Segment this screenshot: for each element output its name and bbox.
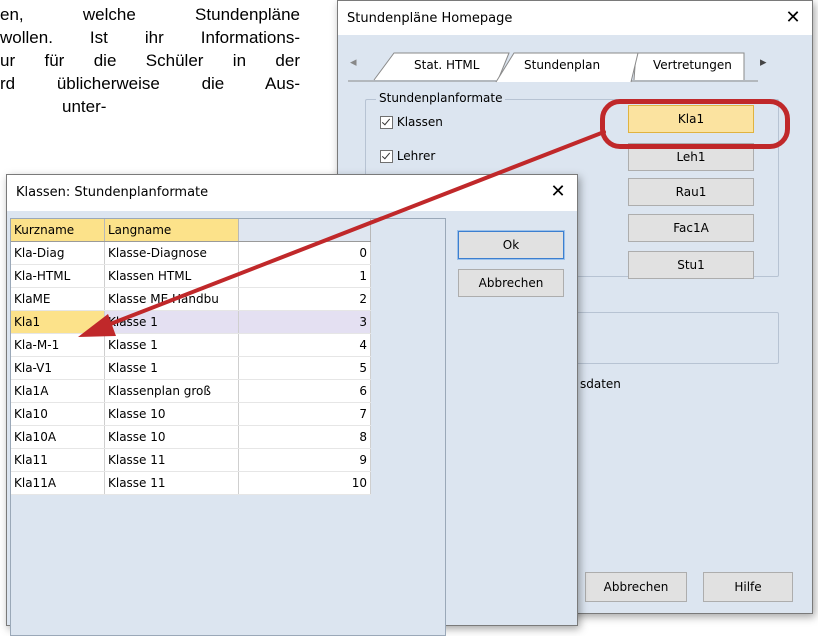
column-header-langname[interactable]: Langname (104, 219, 239, 242)
long-name-cell[interactable]: Klasse 1 (104, 333, 239, 357)
format-table-body: Kla-Diag Klasse-Diagnose 0 Kla-HTML Klassen … (11, 241, 371, 495)
short-name-cell[interactable]: KlaME (11, 287, 105, 311)
short-name-cell[interactable]: Kla-Diag (11, 241, 105, 265)
table-header-row: Kurzname Langname (11, 219, 371, 242)
format-dialog-title: Klassen: Stundenplanformate (16, 185, 209, 200)
tab-vertretungen[interactable]: Vertretungen (653, 58, 732, 72)
short-name-cell[interactable]: Kla11 (11, 448, 105, 472)
highlight-ring (600, 99, 790, 149)
short-name-cell[interactable]: Kla11A (11, 471, 105, 495)
table-row[interactable]: Kla11A Klasse 11 10 (11, 471, 371, 495)
format-button-stu1[interactable]: Stu1 (628, 251, 754, 279)
checkbox-label: Lehrer (396, 149, 436, 163)
table-row[interactable]: Kla1 Klasse 13 (11, 310, 371, 334)
tab-stat-html[interactable]: Stat. HTML (414, 58, 479, 72)
homepage-dialog-title: Stundenpläne Homepage (347, 11, 513, 26)
help-button[interactable]: Hilfe (703, 572, 793, 602)
short-name-cell[interactable]: Kla-V1 (11, 356, 105, 380)
format-dialog: Klassen: Stundenplanformate ✕ Kurzname L… (6, 174, 578, 636)
number-cell[interactable]: 9 (238, 448, 371, 472)
checkbox-label: Klassen (396, 115, 443, 129)
long-name-cell[interactable]: Klassenplan groß (104, 379, 239, 403)
table-row[interactable]: Kla-HTML Klassen HTML 1 (11, 264, 371, 288)
ok-button[interactable]: Ok (457, 230, 565, 260)
short-name-cell[interactable]: Kla1A (11, 379, 105, 403)
table-row[interactable]: KlaME Klasse ME Handbu 2 (11, 287, 371, 311)
short-name-cell[interactable]: Kla10A (11, 425, 105, 449)
partial-label: sdaten (580, 377, 621, 391)
column-header-kurzname[interactable]: Kurzname (11, 219, 105, 242)
number-cell[interactable]: 0 (238, 241, 371, 265)
number-cell[interactable]: 8 (238, 425, 371, 449)
close-icon[interactable]: ✕ (780, 5, 806, 31)
checkbox-icon[interactable] (380, 150, 393, 163)
short-name-cell[interactable]: Kla-M-1 (11, 333, 105, 357)
tab-stundenplan[interactable]: Stundenplan (524, 58, 600, 72)
format-button-rau1[interactable]: Rau1 (628, 178, 754, 206)
doc-line: wollen. Ist ihr Informations- (0, 28, 300, 47)
short-name-cell[interactable]: Kla10 (11, 402, 105, 426)
number-cell[interactable]: 1 (238, 264, 371, 288)
abbrechen-button[interactable]: Abbrechen (458, 269, 564, 297)
checkbox-icon[interactable] (380, 116, 393, 129)
close-icon[interactable]: ✕ (545, 179, 571, 205)
format-dialog-titlebar: Klassen: Stundenplanformate ✕ (7, 175, 577, 209)
long-name-cell[interactable]: Klasse 1 (104, 356, 239, 380)
checkbox-klassen[interactable]: Klassen (380, 115, 443, 129)
format-table: Kurzname Langname Kla-Diag Klasse-Diagnos… (11, 219, 371, 495)
table-row[interactable]: Kla-V1 Klasse 15 (11, 356, 371, 380)
table-row[interactable]: Kla-Diag Klasse-Diagnose 0 (11, 241, 371, 265)
table-row[interactable]: Kla10 Klasse 10 7 (11, 402, 371, 426)
table-row[interactable]: Kla11 Klasse 11 9 (11, 448, 371, 472)
long-name-cell[interactable]: Klasse ME Handbu (104, 287, 239, 311)
table-row[interactable]: Kla1A Klassenplan groß 6 (11, 379, 371, 403)
long-name-cell[interactable]: Klasse 10 (104, 402, 239, 426)
long-name-cell[interactable]: Klasse 1 (104, 310, 239, 334)
column-header-number[interactable] (238, 219, 371, 242)
short-name-cell[interactable]: Kla-HTML (11, 264, 105, 288)
long-name-cell[interactable]: Klasse 11 (104, 448, 239, 472)
doc-line: en, welche Stundenpläne (0, 5, 300, 24)
number-cell[interactable]: 10 (238, 471, 371, 495)
format-grid: Kurzname Langname Kla-Diag Klasse-Diagnos… (10, 218, 446, 636)
doc-line: rd üblicherweise die Aus- (0, 74, 300, 93)
table-row[interactable]: Kla-M-1 Klasse 14 (11, 333, 371, 357)
number-cell[interactable]: 5 (238, 356, 371, 380)
cancel-button[interactable]: Abbrechen (585, 572, 687, 602)
number-cell[interactable]: 3 (238, 310, 371, 334)
secondary-groupbox (574, 312, 779, 364)
checkbox-lehrer[interactable]: Lehrer (380, 149, 435, 163)
tab-scroll-right-icon[interactable]: ▸ (760, 54, 767, 70)
long-name-cell[interactable]: Klasse-Diagnose (104, 241, 239, 265)
doc-line: ur für die Schüler in der (0, 51, 300, 70)
number-cell[interactable]: 4 (238, 333, 371, 357)
format-button-fac1a[interactable]: Fac1A (628, 214, 754, 242)
number-cell[interactable]: 6 (238, 379, 371, 403)
long-name-cell[interactable]: Klasse 11 (104, 471, 239, 495)
formats-group-label: Stundenplanformate (376, 91, 506, 105)
table-row[interactable]: Kla10A Klasse 10 8 (11, 425, 371, 449)
doc-line: unter- (62, 97, 107, 116)
short-name-cell[interactable]: Kla1 (11, 310, 105, 334)
long-name-cell[interactable]: Klasse 10 (104, 425, 239, 449)
long-name-cell[interactable]: Klassen HTML (104, 264, 239, 288)
number-cell[interactable]: 2 (238, 287, 371, 311)
homepage-dialog-titlebar: Stundenpläne Homepage ✕ (338, 1, 812, 35)
number-cell[interactable]: 7 (238, 402, 371, 426)
format-dialog-body: Kurzname Langname Kla-Diag Klasse-Diagnos… (7, 211, 577, 636)
